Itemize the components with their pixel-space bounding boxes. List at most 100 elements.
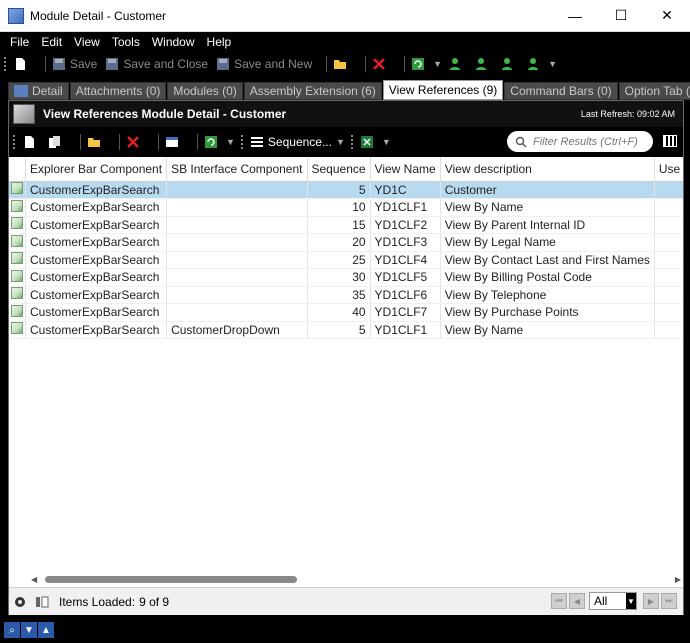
table-row[interactable]: CustomerExpBarSearch 5 YD1C Customer <box>9 181 683 199</box>
minimize-button[interactable]: — <box>552 0 598 32</box>
view-references-grid: Explorer Bar Component SB Interface Comp… <box>9 157 683 573</box>
maximize-button[interactable]: ☐ <box>598 0 644 32</box>
col-header-sb-interface[interactable]: SB Interface Component <box>166 157 308 182</box>
tab-command-bars[interactable]: Command Bars (0) <box>504 82 618 100</box>
toolbar-grip[interactable] <box>350 135 354 149</box>
sequence-button[interactable]: Sequence... <box>250 135 332 149</box>
cell-view-description: View By Telephone <box>440 286 655 304</box>
chevron-down-icon[interactable]: ▼ <box>336 137 345 147</box>
grid-properties-button[interactable] <box>165 135 183 149</box>
tab-assembly-extension[interactable]: Assembly Extension (6) <box>243 82 382 100</box>
toolbar-grip[interactable] <box>13 135 16 149</box>
table-row[interactable]: CustomerExpBarSearch 10 YD1CLF1 View By Nam… <box>9 198 683 217</box>
cell-sequence: 40 <box>307 303 371 322</box>
grid-open-button[interactable] <box>87 135 105 149</box>
cell-use-as-detail <box>654 268 683 287</box>
delete-button[interactable] <box>372 57 390 71</box>
find-magnifier-icon[interactable]: ⌕ <box>4 622 20 638</box>
new-button[interactable] <box>13 57 31 71</box>
tab-option-tab[interactable]: Option Tab (3) <box>618 82 690 100</box>
cell-sb-interface <box>166 216 308 234</box>
row-record-icon <box>11 182 23 195</box>
grid-refresh-button[interactable] <box>204 135 222 149</box>
scroll-left-arrow[interactable]: ◀ <box>31 575 37 584</box>
grid-delete-button[interactable] <box>126 135 144 149</box>
menu-edit[interactable]: Edit <box>35 35 68 49</box>
gear-icon[interactable] <box>13 595 27 609</box>
cell-explorer-bar: CustomerExpBarSearch <box>25 181 168 199</box>
user-action-button-4[interactable] <box>526 57 544 71</box>
tab-attachments[interactable]: Attachments (0) <box>69 82 167 100</box>
prev-page-button[interactable]: ◀ <box>569 593 585 609</box>
menu-window[interactable]: Window <box>146 35 201 49</box>
save-close-button[interactable]: Save and Close <box>105 57 208 71</box>
save-button[interactable]: Save <box>52 57 97 71</box>
table-row[interactable]: CustomerExpBarSearch 35 YD1CLF6 View By Tel… <box>9 286 683 304</box>
panel-header: View References Module Detail - Customer… <box>9 101 683 127</box>
page-select-value: All <box>594 594 608 608</box>
menu-tools[interactable]: Tools <box>106 35 146 49</box>
filter-input[interactable] <box>533 135 648 148</box>
user-action-button-3[interactable] <box>500 57 518 71</box>
scrollbar-thumb[interactable] <box>45 576 297 583</box>
next-page-button[interactable]: ▶ <box>643 593 659 609</box>
tab-view-references[interactable]: View References (9) <box>382 80 504 100</box>
refresh-icon <box>205 136 217 148</box>
cell-use-as-detail <box>654 286 683 304</box>
save-new-label: Save and New <box>234 57 313 71</box>
last-refresh: Last Refresh: 09:02 AM <box>581 109 675 119</box>
toolbar-grip[interactable] <box>4 57 7 71</box>
pager: ⏮ ◀ All ▼ ▶ ⏭ <box>549 592 677 610</box>
scroll-right-arrow[interactable]: ▶ <box>675 575 681 584</box>
toolbar-grip[interactable] <box>240 135 244 149</box>
menu-help[interactable]: Help <box>201 35 238 49</box>
tab-detail[interactable]: Detail <box>8 82 69 100</box>
cell-use-as-detail <box>654 216 683 234</box>
table-row[interactable]: CustomerExpBarSearch 25 YD1CLF4 View By Con… <box>9 251 683 269</box>
chevron-down-icon[interactable]: ▼ <box>548 59 557 69</box>
horizontal-scrollbar[interactable]: ◀ ▶ <box>31 575 681 584</box>
table-row[interactable]: CustomerExpBarSearch 40 YD1CLF7 View By Pur… <box>9 303 683 322</box>
page-select[interactable]: All ▼ <box>589 592 637 610</box>
table-row[interactable]: CustomerExpBarSearch CustomerDropDown 5 YD1… <box>9 321 683 339</box>
save-new-button[interactable]: Save and New <box>216 57 312 71</box>
tab-strip: Detail Attachments (0) Modules (0) Assem… <box>0 78 690 100</box>
cell-view-description: View By Billing Postal Code <box>440 268 655 287</box>
export-excel-button[interactable] <box>360 135 378 149</box>
scroll-up-arrow-icon[interactable]: ▲ <box>38 622 54 638</box>
row-icon-cell <box>9 198 26 217</box>
tab-modules[interactable]: Modules (0) <box>167 82 243 100</box>
col-header-explorer-bar[interactable]: Explorer Bar Component <box>25 157 168 182</box>
first-page-button[interactable]: ⏮ <box>551 593 567 609</box>
table-row[interactable]: CustomerExpBarSearch 30 YD1CLF5 View By Bil… <box>9 268 683 287</box>
refresh-button[interactable] <box>411 57 429 71</box>
cell-sequence: 35 <box>307 286 371 304</box>
menu-file[interactable]: File <box>4 35 35 49</box>
layout-icon[interactable] <box>35 595 49 609</box>
menu-view[interactable]: View <box>68 35 106 49</box>
tab-label: Assembly Extension (6) <box>249 84 376 98</box>
grid-copy-button[interactable] <box>48 135 66 149</box>
table-row[interactable]: CustomerExpBarSearch 20 YD1CLF3 View By Leg… <box>9 233 683 252</box>
grid-new-button[interactable] <box>22 135 40 149</box>
last-page-button[interactable]: ⏭ <box>661 593 677 609</box>
close-button[interactable]: ✕ <box>644 0 690 32</box>
column-chooser-icon[interactable] <box>663 135 677 147</box>
title-bar: Module Detail - Customer — ☐ ✕ <box>0 0 690 32</box>
chevron-down-icon[interactable]: ▼ <box>226 137 235 147</box>
user-action-button-2[interactable] <box>474 57 492 71</box>
col-header-use-as-detail[interactable]: Use as Det <box>654 157 683 182</box>
table-row[interactable]: CustomerExpBarSearch 15 YD1CLF2 View By Par… <box>9 216 683 234</box>
chevron-down-icon[interactable]: ▼ <box>382 137 391 147</box>
col-header-view-description[interactable]: View description <box>440 157 655 182</box>
scroll-down-arrow-icon[interactable]: ▼ <box>21 622 37 638</box>
cell-view-description: View By Parent Internal ID <box>440 216 655 234</box>
filter-box[interactable] <box>507 131 653 152</box>
cell-use-as-detail <box>654 303 683 322</box>
open-folder-button[interactable] <box>333 57 351 71</box>
user-action-button-1[interactable] <box>448 57 466 71</box>
row-record-icon <box>11 269 23 282</box>
col-header-sequence[interactable]: Sequence <box>307 157 371 182</box>
chevron-down-icon[interactable]: ▼ <box>433 59 442 69</box>
col-header-view-name[interactable]: View Name <box>370 157 441 182</box>
